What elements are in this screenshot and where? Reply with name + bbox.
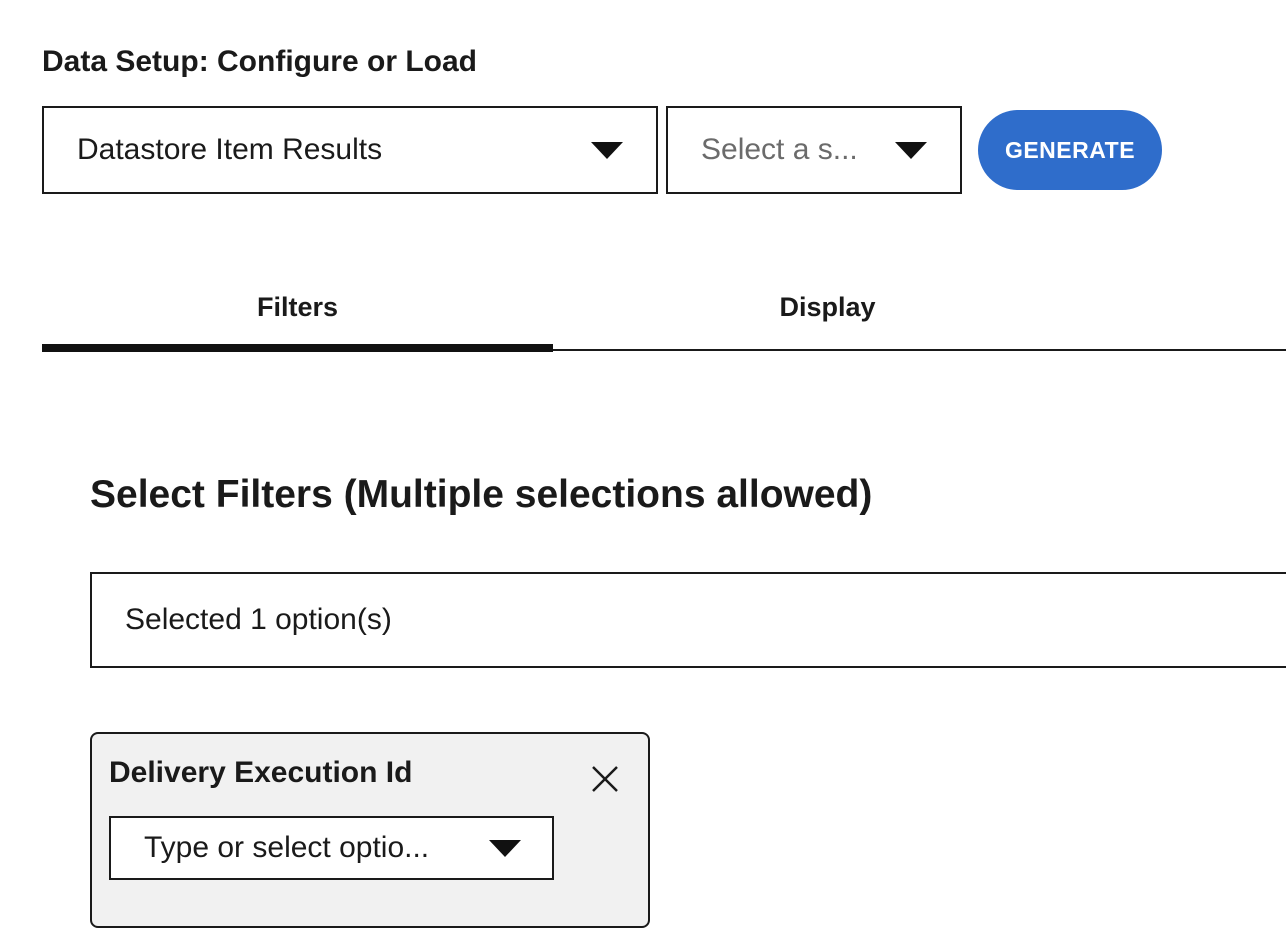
filters-heading: Select Filters (Multiple selections allo… [90, 473, 873, 516]
filter-multiselect-value: Selected 1 option(s) [125, 603, 392, 636]
tab-display-label: Display [779, 292, 876, 322]
saved-config-select-placeholder: Select a s... [701, 133, 858, 166]
tab-filters-label: Filters [256, 292, 339, 322]
filter-value-select[interactable]: Type or select optio... [109, 816, 554, 880]
tab-bar: Filters Display [42, 270, 1286, 352]
saved-config-select[interactable]: Select a s... [666, 106, 962, 194]
generate-button[interactable]: GENERATE [978, 110, 1162, 190]
chevron-down-icon [895, 141, 927, 159]
data-setup-page: Data Setup: Configure or Load Datastore … [0, 0, 1286, 952]
tab-filters[interactable]: Filters [42, 270, 553, 352]
filter-card-title: Delivery Execution Id [109, 756, 413, 789]
active-tab-indicator [42, 344, 553, 352]
remove-filter-button[interactable] [590, 764, 620, 794]
tab-display[interactable]: Display [553, 270, 1102, 352]
filter-value-select-placeholder: Type or select optio... [144, 831, 430, 864]
close-icon [592, 766, 618, 792]
data-source-select-value: Datastore Item Results [77, 133, 383, 166]
chevron-down-icon [591, 141, 623, 159]
chevron-down-icon [489, 839, 521, 857]
filter-multiselect[interactable]: Selected 1 option(s) [90, 572, 1286, 668]
page-title: Data Setup: Configure or Load [42, 45, 477, 78]
filter-card: Delivery Execution Id Type or select opt… [90, 732, 650, 928]
data-source-select[interactable]: Datastore Item Results [42, 106, 658, 194]
